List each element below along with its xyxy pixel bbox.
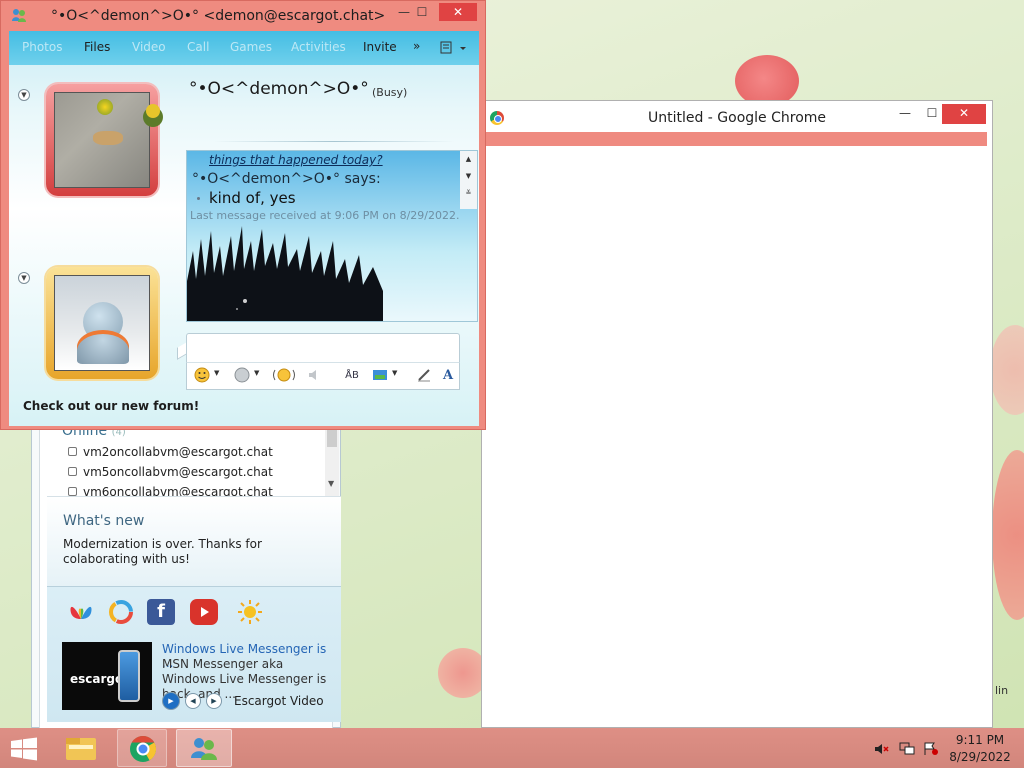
handwriting-icon[interactable] (415, 367, 433, 385)
contact-avatar-image (54, 92, 150, 188)
wlm-butterfly-icon[interactable] (67, 599, 95, 625)
contact-list-panel: Online (4) vm2oncollabvm@escargot.chat v… (39, 411, 341, 729)
desktop-partial-text: lin (995, 684, 1009, 697)
nudge-icon[interactable] (271, 367, 297, 385)
voice-clip-icon[interactable] (305, 367, 323, 385)
contact-display-name: °•O<^demon^>O•° (189, 79, 369, 99)
conversation-menu-bar: Photos Files Video Call Games Activities… (9, 31, 479, 65)
contact-status-label: (Busy) (372, 86, 408, 99)
escargot-icon[interactable] (107, 599, 135, 625)
expand-contact-icon[interactable]: ▼ (18, 89, 30, 101)
expand-self-icon[interactable]: ▼ (18, 272, 30, 284)
youtube-icon[interactable] (190, 599, 218, 625)
maximize-button[interactable]: ☐ (409, 3, 435, 23)
divider (214, 141, 454, 142)
volume-muted-icon[interactable] (874, 742, 890, 756)
facebook-icon[interactable]: f (147, 599, 175, 625)
file-explorer-icon[interactable] (56, 729, 106, 767)
next-icon[interactable]: ▶ (206, 693, 222, 709)
scroll-up-icon[interactable]: ▲ (460, 151, 477, 168)
font-icon[interactable]: A (439, 367, 457, 385)
chat-scene-background (187, 226, 383, 321)
menu-invite[interactable]: Invite (363, 40, 397, 54)
scroll-down-icon[interactable]: ▼ (328, 479, 334, 488)
phone-image (118, 650, 140, 702)
chrome-taskbar-icon[interactable] (117, 729, 167, 767)
chat-subject: things that happened today? (209, 153, 383, 167)
chrome-window: Untitled - Google Chrome — ☐ ✕ (481, 100, 993, 728)
chat-message: kind of, yes (209, 189, 296, 207)
contact-item[interactable]: vm6oncollabvm@escargot.chat (68, 485, 273, 496)
contact-item[interactable]: vm5oncollabvm@escargot.chat (68, 465, 273, 479)
wink-icon[interactable] (233, 367, 251, 385)
chat-sender-line: °•O<^demon^>O•° says: (192, 171, 381, 187)
close-button[interactable]: ✕ (942, 104, 986, 124)
background-icon[interactable] (371, 367, 389, 385)
chrome-title-bar[interactable]: Untitled - Google Chrome — ☐ ✕ (482, 101, 992, 132)
scroll-end-icon[interactable]: ≚ (460, 185, 477, 202)
network-icon[interactable] (899, 742, 915, 756)
minimize-button[interactable]: — (892, 104, 918, 124)
self-avatar-image (54, 275, 150, 371)
chat-scrollbar[interactable]: ▲ ▼ ≚ (460, 151, 477, 209)
message-input[interactable] (186, 333, 460, 365)
apps-section: f escargot Windows Live Messenger is ...… (47, 586, 341, 722)
contact-item[interactable]: vm2oncollabvm@escargot.chat (68, 445, 273, 459)
taskbar: 9:11 PM 8/29/2022 (0, 728, 1024, 768)
messenger-taskbar-icon[interactable] (176, 729, 232, 767)
whats-new-section: What's new Modernization is over. Thanks… (47, 496, 341, 586)
emoticon-icon[interactable] (193, 367, 211, 385)
video-source-label: Escargot Video (234, 694, 324, 708)
conversation-body: Photos Files Video Call Games Activities… (9, 31, 479, 426)
conversation-window: °•O<^demon^>O•° <demon@escargot.chat> — … (0, 0, 486, 430)
windows-start-icon[interactable] (10, 737, 38, 761)
play-icon[interactable]: ▶ (162, 692, 180, 710)
background-dropdown-icon[interactable]: ▼ (392, 369, 397, 377)
whats-new-title: What's new (63, 513, 145, 529)
chat-history[interactable]: things that happened today? °•O<^demon^>… (186, 150, 478, 322)
desktop-wallpaper-blob (990, 325, 1024, 415)
menu-call[interactable]: Call (187, 40, 209, 54)
forum-link[interactable]: Check out our new forum! (23, 399, 199, 413)
menu-options-icon[interactable] (439, 39, 469, 57)
clock-time[interactable]: 9:11 PM (940, 733, 1020, 747)
menu-more-chevron-icon[interactable]: » (413, 39, 420, 53)
scrollbar-thumb[interactable] (327, 429, 337, 447)
menu-activities[interactable]: Activities (291, 40, 346, 54)
previous-icon[interactable]: ◀ (185, 693, 201, 709)
conversation-window-title: °•O<^demon^>O•° <demon@escargot.chat> (51, 8, 386, 24)
menu-files[interactable]: Files (84, 40, 110, 54)
desktop-wallpaper-blob (992, 450, 1024, 620)
last-message-info: Last message received at 9:06 PM on 8/29… (190, 209, 460, 222)
chrome-tab-strip (482, 132, 987, 146)
messenger-contact-list-window: Online (4) vm2oncollabvm@escargot.chat v… (31, 410, 341, 729)
clock-date[interactable]: 8/29/2022 (940, 750, 1020, 764)
menu-video[interactable]: Video (132, 40, 166, 54)
video-thumbnail[interactable]: escargot (62, 642, 152, 710)
contact-list-scrollbar[interactable]: ▼ (325, 427, 339, 497)
self-avatar-frame[interactable] (46, 267, 158, 379)
menu-games[interactable]: Games (230, 40, 272, 54)
emoticon-dropdown-icon[interactable]: ▼ (214, 369, 219, 377)
weather-sun-icon[interactable] (236, 599, 264, 625)
menu-photos[interactable]: Photos (22, 40, 62, 54)
wink-dropdown-icon[interactable]: ▼ (254, 369, 259, 377)
messenger-buddies-icon[interactable] (11, 7, 27, 23)
action-center-flag-icon[interactable] (923, 742, 939, 756)
whats-new-text[interactable]: Modernization is over. Thanks for colabo… (63, 537, 328, 567)
message-bullet-icon (197, 197, 200, 200)
scroll-down-icon[interactable]: ▼ (460, 168, 477, 185)
spellcheck-icon[interactable]: ÅB (343, 367, 361, 385)
contact-avatar-frame[interactable] (46, 84, 158, 196)
input-toolbar: ▼ ▼ ÅB ▼ A (186, 362, 460, 390)
close-button[interactable]: ✕ (439, 3, 477, 21)
